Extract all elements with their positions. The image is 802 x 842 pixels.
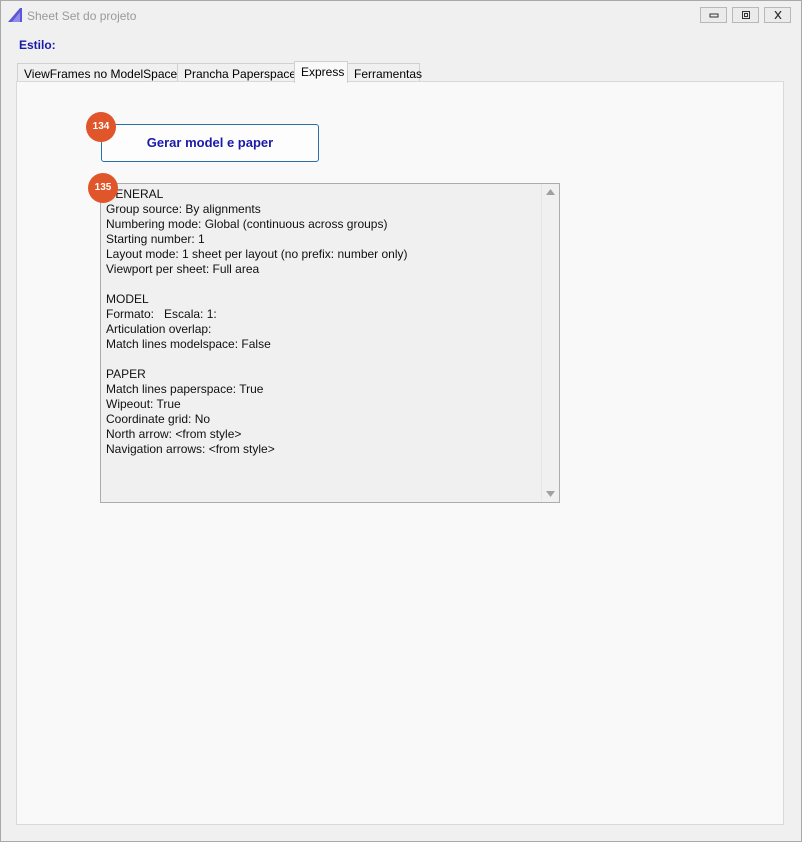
- generate-model-paper-button[interactable]: Gerar model e paper: [101, 124, 319, 162]
- scroll-up-arrow-icon[interactable]: [546, 189, 555, 195]
- tab-viewframes-modelspace[interactable]: ViewFrames no ModelSpace: [17, 63, 178, 82]
- tab-label: ViewFrames no ModelSpace: [24, 67, 178, 81]
- close-icon: [774, 11, 782, 19]
- settings-summary-textbox[interactable]: GENERAL Group source: By alignments Numb…: [100, 183, 560, 503]
- tab-express[interactable]: Express: [294, 61, 348, 83]
- minimize-icon: [709, 13, 719, 18]
- maximize-icon: [742, 11, 750, 19]
- title-bar[interactable]: Sheet Set do projeto: [1, 1, 801, 30]
- annotation-badge-summary: 135: [88, 173, 118, 203]
- style-label: Estilo:: [19, 38, 56, 52]
- close-button[interactable]: [764, 7, 791, 23]
- tab-label: Prancha Paperspace: [184, 67, 297, 81]
- app-window: Sheet Set do projeto Estilo: ViewFrames …: [0, 0, 802, 842]
- annotation-badge-button: 134: [86, 112, 116, 142]
- tab-label: Ferramentas: [354, 67, 423, 81]
- tab-ferramentas[interactable]: Ferramentas: [347, 63, 423, 82]
- app-logo-icon: [8, 8, 22, 22]
- settings-summary-text: GENERAL Group source: By alignments Numb…: [106, 187, 408, 456]
- summary-scrollbar[interactable]: [541, 184, 559, 502]
- tab-prancha-paperspace[interactable]: Prancha Paperspace: [177, 63, 297, 82]
- scroll-down-arrow-icon[interactable]: [546, 491, 555, 497]
- maximize-button[interactable]: [732, 7, 759, 23]
- minimize-button[interactable]: [700, 7, 727, 23]
- window-title: Sheet Set do projeto: [27, 9, 137, 23]
- tab-label: Express: [301, 65, 345, 79]
